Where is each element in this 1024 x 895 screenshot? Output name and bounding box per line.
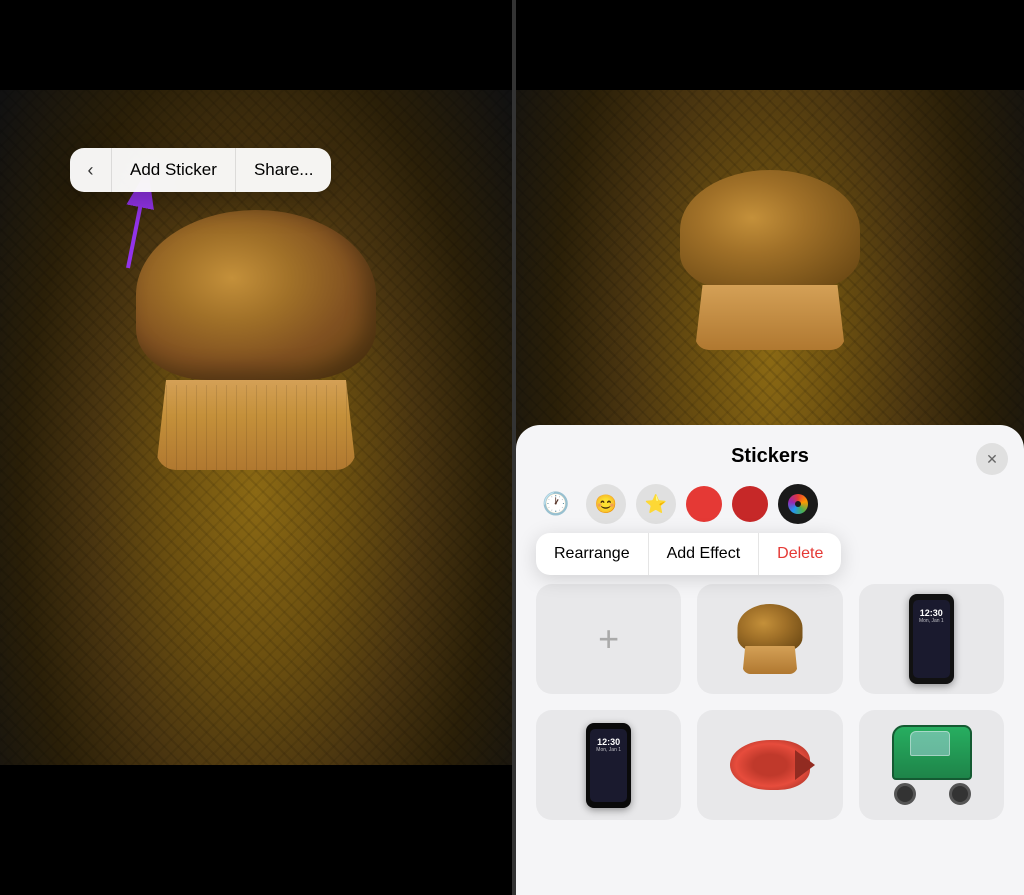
- fish-sticker-cell[interactable]: [697, 710, 842, 820]
- rickshaw-sticker-cell[interactable]: [859, 710, 1004, 820]
- rickshaw-wheel-right: [949, 783, 971, 805]
- phone-dark-sticker: 12:30 Mon, Jan 1: [586, 723, 631, 808]
- add-sticker-cell[interactable]: +: [536, 584, 681, 694]
- add-icon: +: [598, 618, 619, 660]
- muffin-sticker: [730, 604, 810, 674]
- rickshaw-windshield: [910, 731, 950, 756]
- stickers-sheet: Stickers ✕ 🕐 😊 ⭐ Rearrange: [516, 425, 1024, 895]
- sticker-muffin-top: [737, 604, 802, 652]
- muffin-top: [136, 210, 376, 380]
- back-button[interactable]: ‹: [70, 148, 112, 192]
- add-sticker-button[interactable]: Add Sticker: [112, 148, 236, 192]
- muffin-art: [116, 210, 396, 470]
- sticker-tabs-row: 🕐 😊 ⭐: [532, 484, 1008, 524]
- rickshaw-sticker: [884, 725, 979, 805]
- tab-stars[interactable]: ⭐: [636, 484, 676, 524]
- left-panel: ‹ Add Sticker Share...: [0, 0, 512, 895]
- right-panel: Stickers ✕ 🕐 😊 ⭐ Rearrange: [516, 0, 1024, 895]
- right-top-bar: [516, 0, 1024, 90]
- sticker-muffin-cup: [742, 646, 797, 674]
- right-muffin-image: [620, 140, 920, 380]
- add-effect-button[interactable]: Add Effect: [649, 533, 760, 575]
- fish-sticker: [725, 735, 815, 795]
- rickshaw-body: [892, 725, 972, 780]
- sticker-context-popup: Rearrange Add Effect Delete: [536, 533, 841, 575]
- rickshaw-wheel-left: [894, 783, 916, 805]
- phone-sticker-cell[interactable]: 12:30 Mon, Jan 1: [859, 584, 1004, 694]
- back-chevron-icon: ‹: [88, 160, 94, 181]
- phone-dark-date: Mon, Jan 1: [596, 747, 621, 753]
- sticker-grid-row1: + 12:30 Mon, Jan 1: [532, 584, 1008, 694]
- tab-red1[interactable]: [686, 486, 722, 522]
- star-icon: ⭐: [645, 494, 667, 515]
- phone-sticker: 12:30 Mon, Jan 1: [909, 594, 954, 684]
- context-menu: ‹ Add Sticker Share...: [70, 148, 331, 192]
- face-icon: 😊: [595, 494, 617, 515]
- phone-date: Mon, Jan 1: [919, 618, 944, 624]
- tab-vinyl[interactable]: [778, 484, 818, 524]
- left-bottom-bar: [0, 765, 512, 895]
- close-button[interactable]: ✕: [976, 443, 1008, 475]
- close-icon: ✕: [986, 451, 998, 468]
- rearrange-button[interactable]: Rearrange: [536, 533, 649, 575]
- tab-emoji[interactable]: 😊: [586, 484, 626, 524]
- phone-dark-time: 12:30: [597, 737, 620, 747]
- stickers-title: Stickers: [532, 445, 1008, 468]
- phone-dark-sticker-cell[interactable]: 12:30 Mon, Jan 1: [536, 710, 681, 820]
- muffin-cup: [156, 380, 356, 470]
- tab-recent[interactable]: 🕐: [536, 484, 576, 524]
- share-button[interactable]: Share...: [236, 148, 332, 192]
- vinyl-center: [795, 501, 801, 507]
- fish-tail: [795, 750, 815, 780]
- delete-button[interactable]: Delete: [759, 533, 841, 575]
- muffin-sticker-cell[interactable]: [697, 584, 842, 694]
- phone-dark-screen: 12:30 Mon, Jan 1: [590, 729, 627, 802]
- phone-screen: 12:30 Mon, Jan 1: [913, 600, 950, 678]
- clock-icon: 🕐: [542, 491, 569, 517]
- tab-red2[interactable]: [732, 486, 768, 522]
- phone-time: 12:30: [920, 608, 943, 618]
- left-top-bar: [0, 0, 512, 90]
- sticker-grid-row2: 12:30 Mon, Jan 1: [532, 710, 1008, 820]
- vinyl-disc-icon: [788, 494, 808, 514]
